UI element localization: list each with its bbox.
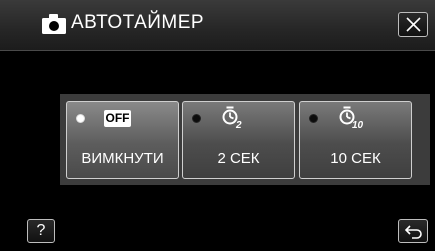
help-button[interactable]: ? xyxy=(27,219,55,243)
timer-2-icon: 2 xyxy=(220,106,250,135)
radio-indicator xyxy=(192,114,201,123)
option-label: ВИМКНУТИ xyxy=(81,150,164,167)
return-icon xyxy=(405,225,422,239)
option-2-sec[interactable]: 2 2 СЕК xyxy=(182,101,295,179)
option-off[interactable]: OFF ВИМКНУТИ xyxy=(66,101,179,179)
radio-indicator xyxy=(309,114,318,123)
option-10-sec[interactable]: 10 10 СЕК xyxy=(299,101,412,179)
page-title: АВТОТАЙМЕР xyxy=(71,12,205,33)
svg-text:2: 2 xyxy=(235,120,242,130)
off-badge: OFF xyxy=(104,110,131,127)
close-button[interactable] xyxy=(398,12,428,37)
svg-text:10: 10 xyxy=(352,120,364,130)
camera-icon xyxy=(42,14,66,34)
header-bar: АВТОТАЙМЕР xyxy=(0,0,435,51)
option-label: 2 СЕК xyxy=(217,150,260,167)
return-button[interactable] xyxy=(398,219,428,243)
radio-indicator xyxy=(76,114,85,123)
option-label: 10 СЕК xyxy=(330,150,381,167)
close-icon xyxy=(406,17,421,32)
timer-10-icon: 10 xyxy=(337,106,371,135)
